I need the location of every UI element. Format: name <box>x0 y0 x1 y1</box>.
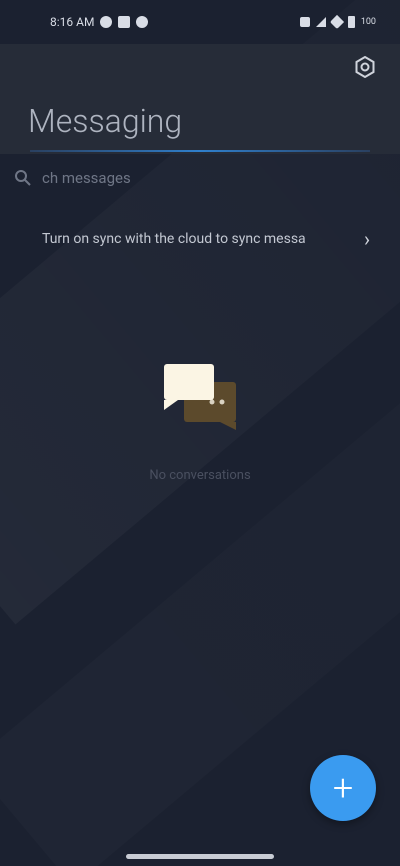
sync-banner[interactable]: Turn on sync with the cloud to sync mess… <box>14 224 370 254</box>
search-bar[interactable]: ch messages <box>14 163 386 193</box>
notification-icon <box>100 16 113 28</box>
status-right: 100 <box>299 14 376 30</box>
search-placeholder: ch messages <box>42 169 131 187</box>
page-title: Messaging <box>28 102 183 140</box>
search-icon <box>15 170 31 186</box>
vibrate-icon <box>299 17 310 27</box>
title-divider <box>30 150 370 152</box>
sync-banner-text: Turn on sync with the cloud to sync mess… <box>42 231 306 247</box>
settings-gear-icon <box>355 56 375 78</box>
battery-icon <box>347 16 355 28</box>
chat-bubbles-icon <box>164 364 236 430</box>
status-bar: 8:16 AM 100 <box>0 0 400 44</box>
calendar-icon <box>118 16 131 28</box>
chevron-right-icon: › <box>363 227 370 251</box>
app-notification-icon <box>136 16 149 28</box>
status-time: 8:16 AM <box>50 15 95 29</box>
status-left: 8:16 AM <box>50 15 149 29</box>
settings-button[interactable] <box>354 56 376 78</box>
wifi-icon <box>329 14 344 30</box>
plus-icon: + <box>332 767 354 809</box>
battery-level: 100 <box>360 17 376 27</box>
empty-state-text: No conversations <box>149 468 251 483</box>
new-conversation-button[interactable]: + <box>310 755 376 821</box>
signal-icon <box>315 17 326 27</box>
gesture-nav-handle[interactable] <box>126 854 274 859</box>
